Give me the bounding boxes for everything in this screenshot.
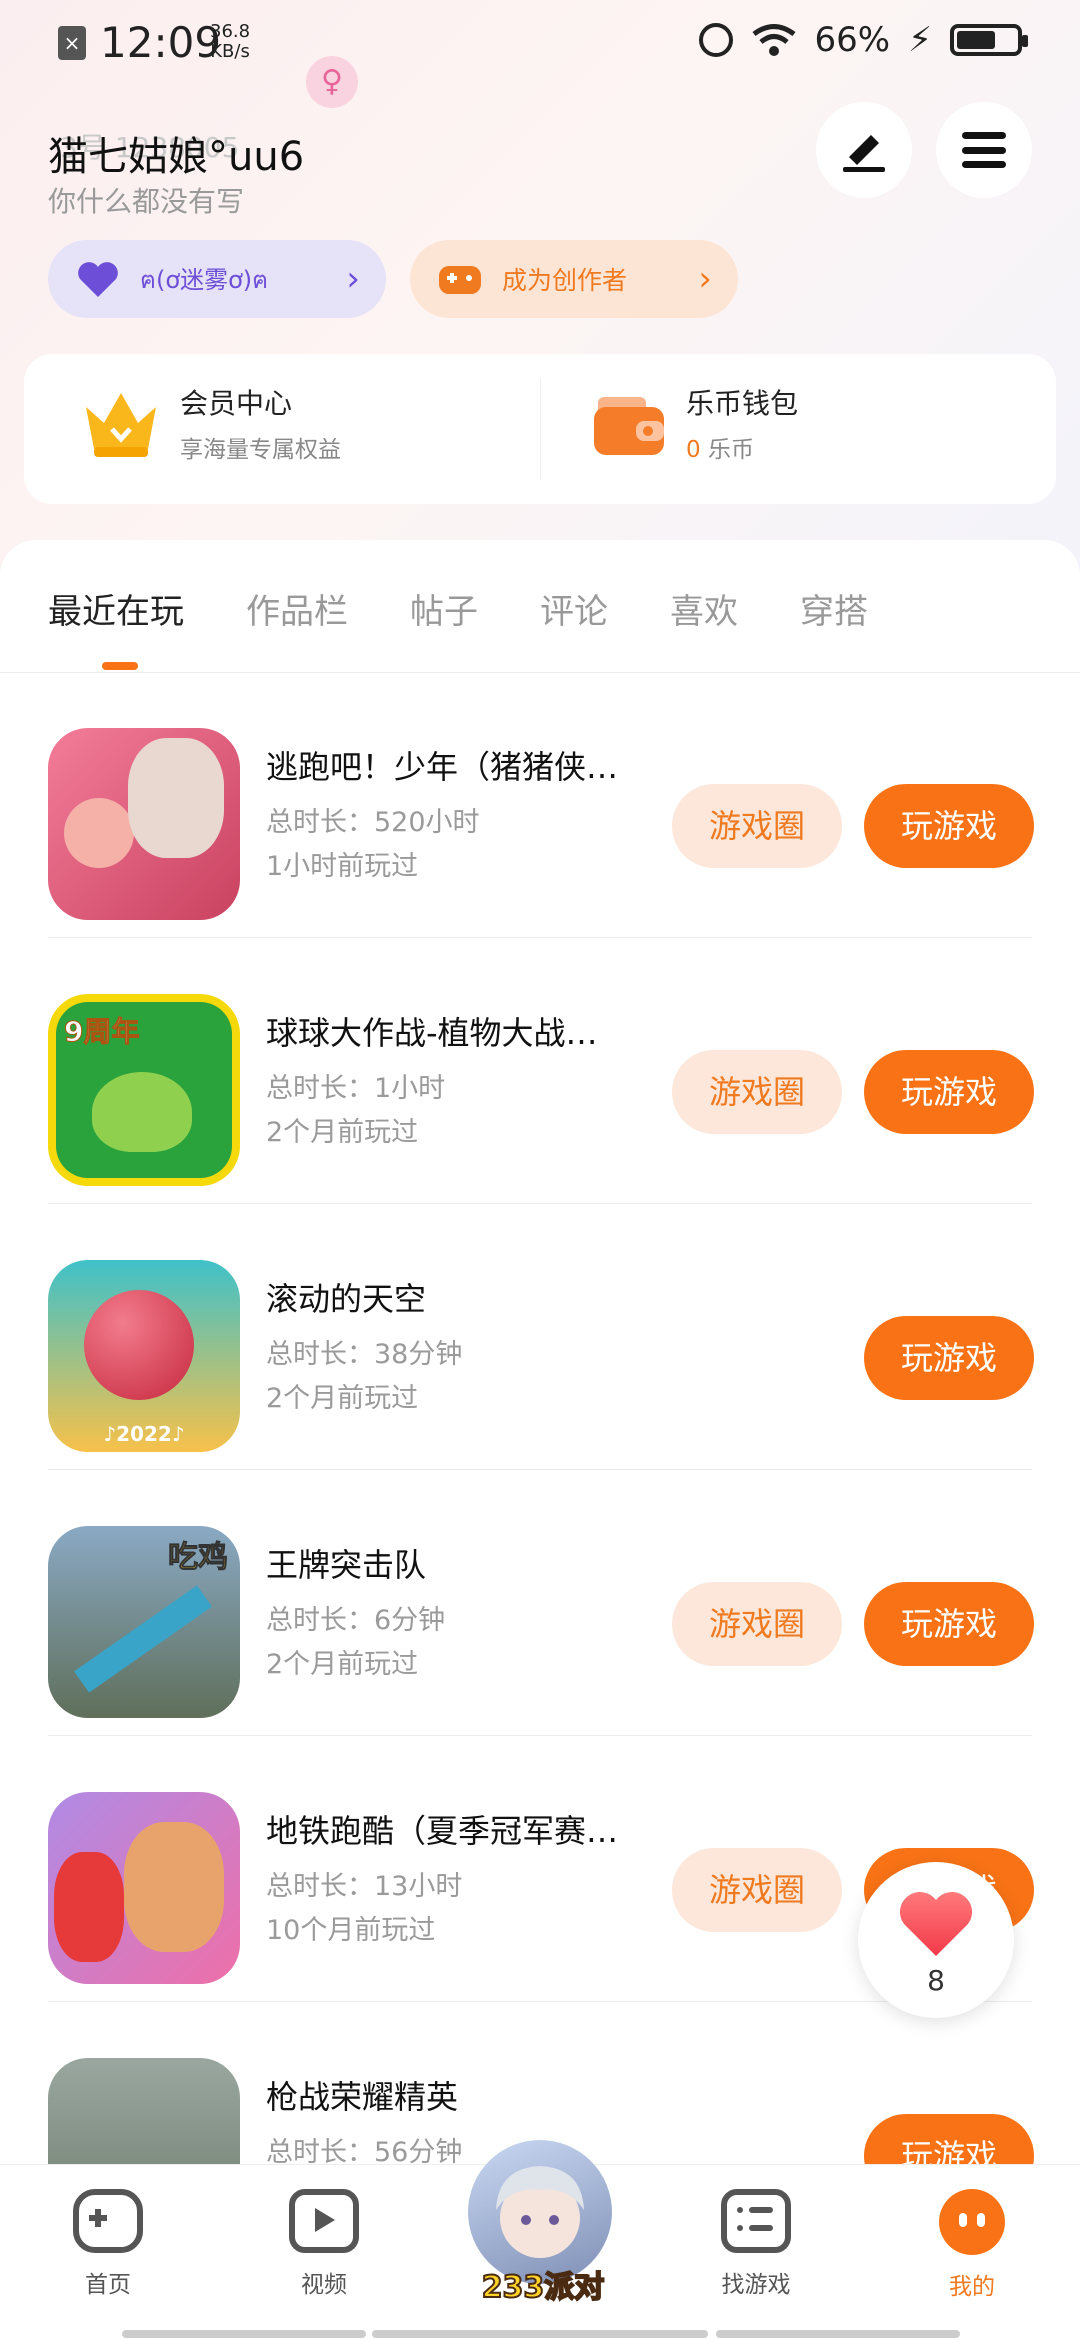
gamepad-icon (436, 259, 484, 299)
gesture-bar (716, 2330, 960, 2338)
tab-likes[interactable]: 喜欢 (670, 584, 738, 633)
wallet-entry[interactable]: 乐币钱包 0 乐币 (592, 382, 798, 464)
group-pill-button[interactable]: ฅ(ơ迷雾ơ)ฅ › (48, 240, 386, 318)
heart-icon (900, 1892, 972, 1956)
nav-video-label: 视频 (301, 2272, 347, 2298)
net-speed: 36.8 KB/s (210, 21, 251, 62)
username[interactable]: 猫七姑娘°uu6 (48, 124, 304, 182)
gesture-bar (372, 2330, 708, 2338)
user-bio[interactable]: 你什么都没有写 (48, 180, 244, 220)
game-playtime: 总时长：520小时 (266, 807, 480, 838)
nav-home-label: 首页 (85, 2272, 131, 2298)
nav-find-games-label: 找游戏 (721, 2272, 791, 2298)
game-last-played: 1小时前玩过 (266, 851, 419, 882)
game-icon[interactable]: 吃鸡 (48, 1526, 240, 1718)
tab-works[interactable]: 作品栏 (246, 584, 348, 633)
battery-percent: 66% (814, 20, 891, 60)
game-name[interactable]: 地铁跑酷（夏季冠军赛… (266, 1806, 686, 1852)
profile-tabs: 最近在玩 作品栏 帖子 评论 喜欢 穿搭 (48, 584, 868, 633)
chevron-right-icon: › (346, 259, 360, 299)
play-icon (289, 2189, 359, 2253)
game-name[interactable]: 球球大作战-植物大战… (266, 1008, 686, 1054)
pen-icon (843, 135, 885, 172)
game-name[interactable]: 滚动的天空 (266, 1274, 686, 1320)
mine-icon (939, 2189, 1005, 2255)
wallet-icon (594, 397, 664, 455)
game-name[interactable]: 枪战荣耀精英 (266, 2072, 686, 2118)
game-last-played: 2个月前玩过 (266, 1117, 419, 1148)
game-circle-button[interactable]: 游戏圈 (672, 784, 842, 868)
menu-button[interactable] (936, 102, 1032, 198)
tab-comments[interactable]: 评论 (540, 584, 608, 633)
group-pill-label: ฅ(ơ迷雾ơ)ฅ (140, 265, 269, 294)
game-last-played: 2个月前玩过 (266, 1649, 419, 1680)
heart-icon (74, 259, 122, 299)
game-row[interactable]: 吃鸡 王牌突击队总时长：6分钟 2个月前玩过 游戏圈 玩游戏 (48, 1470, 1034, 1736)
game-icon[interactable] (48, 1792, 240, 1984)
game-playtime: 总时长：38分钟 (266, 1339, 463, 1370)
wallet-balance: 0 乐币 (686, 437, 754, 463)
party-label[interactable]: 233派对 (468, 2262, 618, 2306)
game-circle-button[interactable]: 游戏圈 (672, 1050, 842, 1134)
game-name[interactable]: 逃跑吧！少年（猪猪侠… (266, 742, 686, 788)
game-playtime: 总时长：6分钟 (266, 1605, 446, 1636)
alarm-icon (698, 23, 733, 57)
female-gender-icon: ♀ (306, 56, 358, 108)
play-game-button[interactable]: 玩游戏 (864, 1050, 1034, 1134)
nav-video[interactable]: 视频 (254, 2189, 394, 2299)
play-game-button[interactable]: 玩游戏 (864, 1582, 1034, 1666)
crown-icon (86, 393, 156, 457)
gamepad-icon (73, 2189, 143, 2253)
notification-icon: × (58, 26, 86, 60)
member-center-title: 会员中心 (180, 387, 293, 420)
battery-icon (950, 24, 1028, 56)
edit-profile-button[interactable] (816, 102, 912, 198)
game-last-played: 10个月前玩过 (266, 1915, 436, 1946)
game-row[interactable]: ♪2022♪ 滚动的天空总时长：38分钟 2个月前玩过 玩游戏 (48, 1204, 1034, 1470)
tab-recent[interactable]: 最近在玩 (48, 584, 184, 633)
nav-find-games[interactable]: 找游戏 (686, 2189, 826, 2299)
tab-posts[interactable]: 帖子 (410, 584, 478, 633)
gesture-bar (122, 2330, 366, 2338)
list-icon (721, 2189, 791, 2253)
game-name[interactable]: 王牌突击队 (266, 1540, 686, 1586)
nav-mine[interactable]: 我的 (902, 2189, 1042, 2301)
member-center-entry[interactable]: 会员中心 享海量专属权益 (80, 382, 341, 464)
become-creator-label: 成为创作者 (502, 266, 628, 295)
game-icon[interactable] (48, 728, 240, 920)
game-icon[interactable]: ♪2022♪ (48, 1260, 240, 1452)
tab-outfits[interactable]: 穿搭 (800, 584, 868, 633)
game-row[interactable]: 逃跑吧！少年（猪猪侠… 总时长：520小时 1小时前玩过 游戏圈 玩游戏 (48, 672, 1034, 938)
game-playtime: 总时长：1小时 (266, 1073, 446, 1104)
game-circle-button[interactable]: 游戏圈 (672, 1848, 842, 1932)
play-game-button[interactable]: 玩游戏 (864, 1316, 1034, 1400)
game-circle-button[interactable]: 游戏圈 (672, 1582, 842, 1666)
charging-icon: ⚡ (908, 20, 932, 60)
member-center-subtitle: 享海量专属权益 (180, 437, 341, 463)
chevron-right-icon: › (698, 259, 712, 299)
wifi-icon (752, 24, 796, 56)
active-tab-indicator (102, 662, 138, 670)
like-float-button[interactable]: 8 (858, 1862, 1014, 2018)
nav-mine-label: 我的 (949, 2274, 995, 2300)
clock: 12:09 (100, 18, 222, 67)
divider (540, 378, 541, 480)
become-creator-button[interactable]: 成为创作者 › (410, 240, 738, 318)
nav-home[interactable]: 首页 (38, 2189, 178, 2299)
hamburger-icon (962, 132, 1006, 168)
game-icon[interactable]: 9周年 (48, 994, 240, 1186)
game-last-played: 2个月前玩过 (266, 1383, 419, 1414)
game-row[interactable]: 9周年 球球大作战-植物大战… 总时长：1小时 2个月前玩过 游戏圈 玩游戏 (48, 938, 1034, 1204)
game-playtime: 总时长：13小时 (266, 1871, 463, 1902)
wallet-title: 乐币钱包 (686, 387, 799, 420)
vip-card: 会员中心 享海量专属权益 乐币钱包 0 乐币 (24, 354, 1056, 504)
like-count: 8 (927, 1964, 945, 1997)
status-bar: × 12:09 36.8 KB/s 66% ⚡ (0, 0, 1080, 90)
play-game-button[interactable]: 玩游戏 (864, 784, 1034, 868)
